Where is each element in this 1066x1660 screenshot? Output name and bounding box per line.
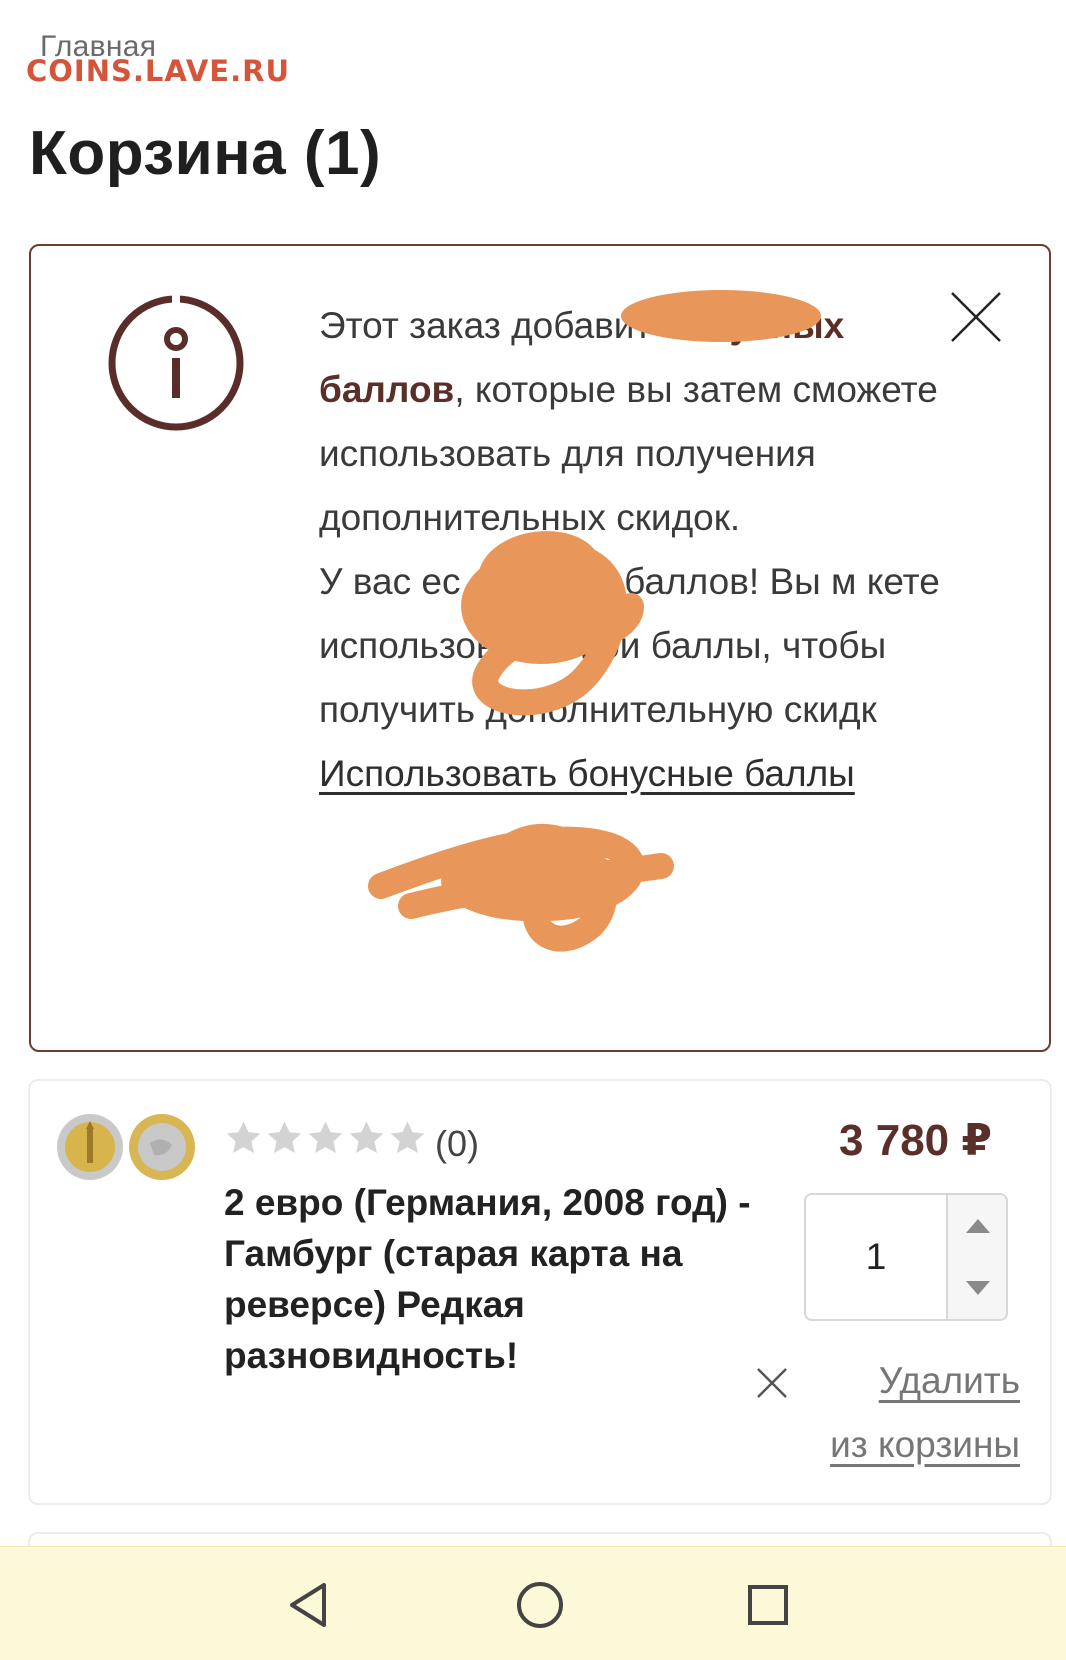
star-icon	[390, 1121, 425, 1153]
star-icon	[349, 1121, 384, 1153]
notice-line-1: Этот заказ добавит	[319, 305, 652, 346]
use-bonus-points-link[interactable]: Использовать бонусные баллы	[319, 753, 855, 794]
coin-reverse-image[interactable]	[128, 1113, 196, 1181]
notice-line-3a: У вас ес	[319, 561, 461, 602]
page-title: Корзина (1)	[29, 119, 382, 188]
remove-from-cart-button[interactable]: Удалить из корзины	[757, 1349, 1020, 1477]
star-icon	[308, 1121, 343, 1153]
system-nav-bar	[0, 1546, 1066, 1660]
triangle-up-icon	[966, 1219, 990, 1233]
back-triangle-icon[interactable]	[280, 1575, 340, 1635]
info-icon	[108, 288, 244, 431]
watermark: COINS.LAVE.RU	[26, 54, 291, 88]
recent-square-icon[interactable]	[738, 1575, 798, 1635]
cart-item: (0) 2 евро (Германия, 2008 год) - Гамбур…	[28, 1079, 1052, 1505]
star-icon	[226, 1121, 261, 1153]
home-circle-icon[interactable]	[510, 1575, 570, 1635]
bonus-notice: Этот заказ добавит бонусных баллов, кото…	[29, 244, 1051, 1052]
remove-label-line-2[interactable]: из корзины	[830, 1424, 1020, 1465]
notice-text: Этот заказ добавит бонусных баллов, кото…	[319, 294, 959, 806]
quantity-decrease-button[interactable]	[948, 1257, 1008, 1319]
remove-label-line-1[interactable]: Удалить	[879, 1360, 1020, 1401]
quantity-input[interactable]: 1	[806, 1195, 946, 1319]
quantity-increase-button[interactable]	[948, 1195, 1008, 1257]
quantity-stepper[interactable]: 1	[804, 1193, 1008, 1321]
star-icon	[267, 1121, 302, 1153]
notice-line-3b: онусных баллов! Вы м	[470, 561, 857, 602]
item-price: 3 780 ₽	[839, 1116, 992, 1165]
rating-stars	[224, 1119, 427, 1158]
coin-obverse-image[interactable]	[56, 1113, 124, 1181]
cart-page: Главная COINS.LAVE.RU Корзина (1) Этот з…	[0, 0, 1066, 1660]
product-title-link[interactable]: 2 евро (Германия, 2008 год) - Гамбург (с…	[224, 1177, 784, 1381]
quantity-arrows	[946, 1195, 1006, 1319]
rating-count: (0)	[435, 1123, 479, 1164]
triangle-down-icon	[966, 1281, 990, 1295]
close-icon	[757, 1368, 787, 1398]
